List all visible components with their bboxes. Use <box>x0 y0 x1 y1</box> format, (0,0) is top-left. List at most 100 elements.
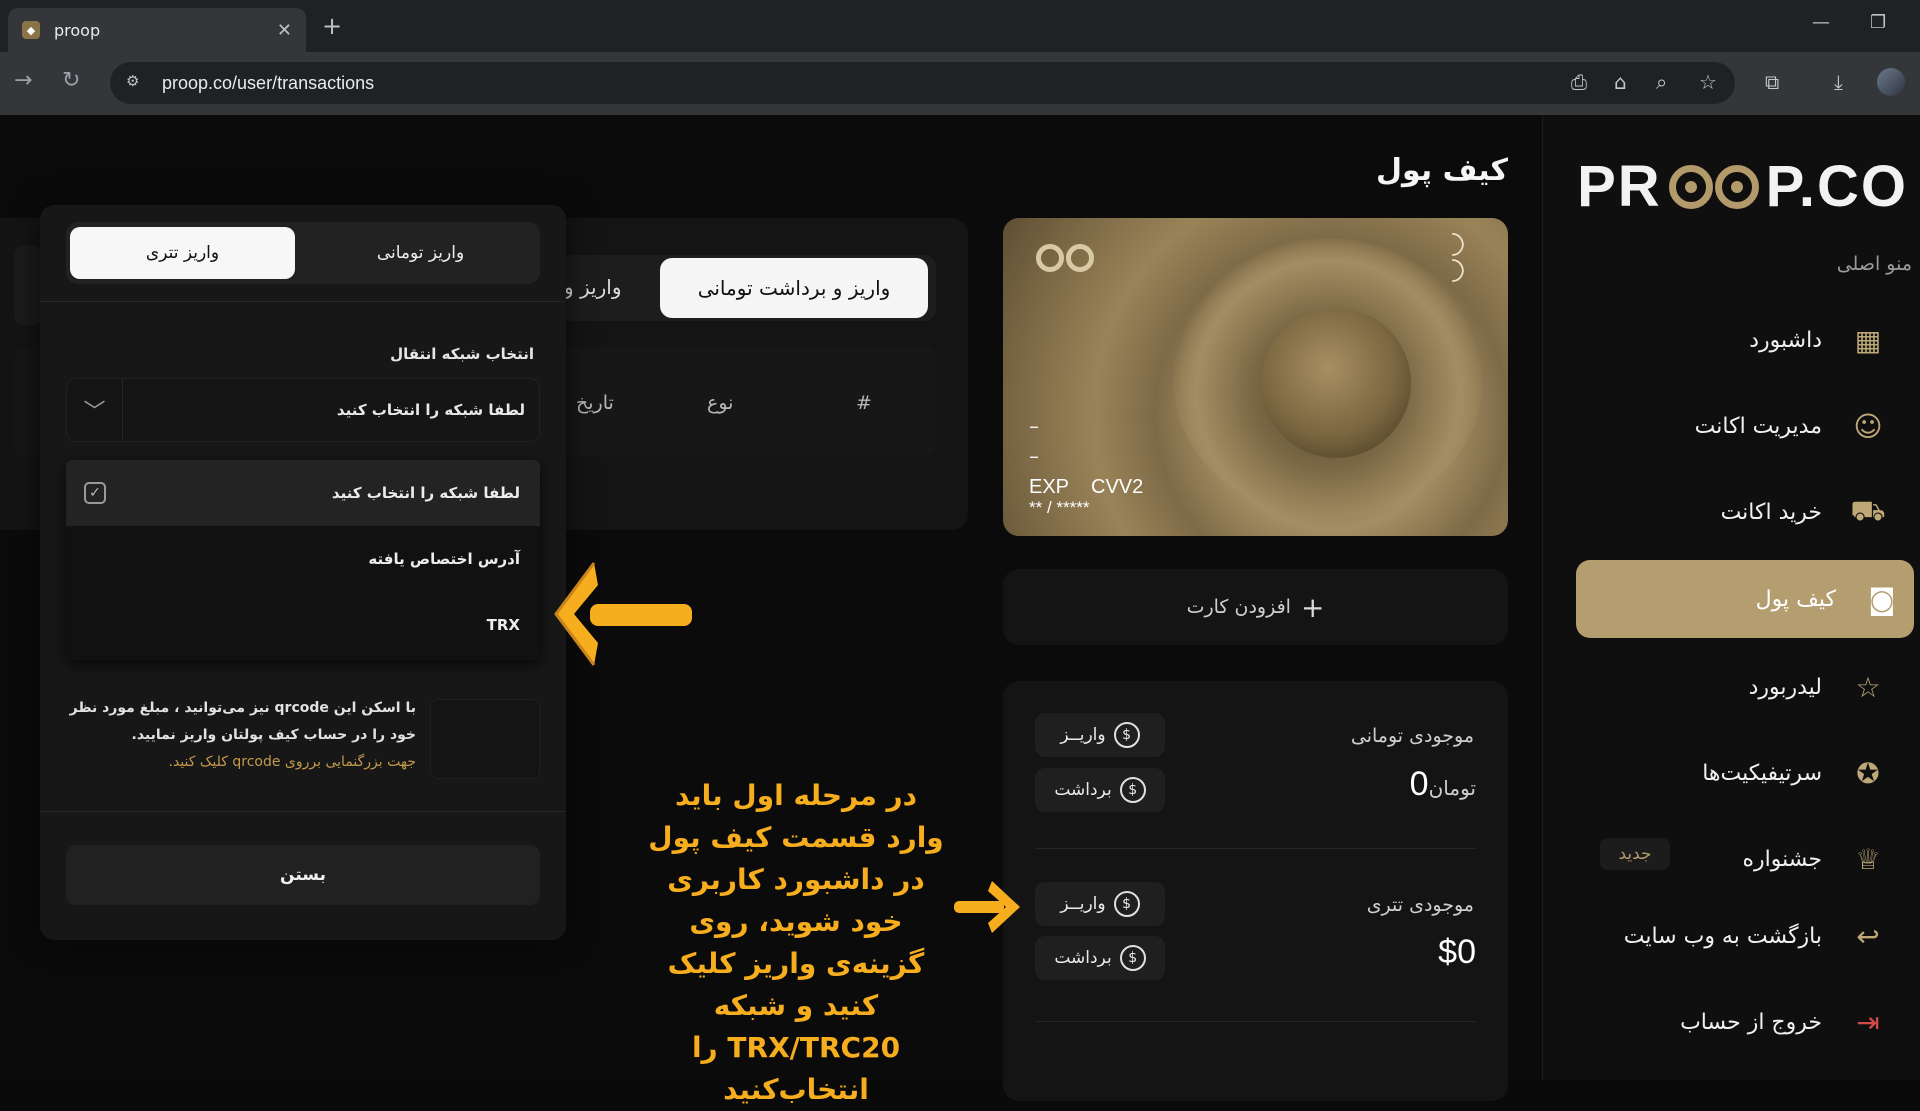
bookmark-star-icon[interactable]: ☆ <box>1699 70 1717 94</box>
forward-icon[interactable]: → <box>14 68 32 93</box>
network-label: انتخاب شبکه انتقال <box>390 345 534 363</box>
brand-logo[interactable]: PR P.CO <box>1577 153 1908 220</box>
install-app-icon[interactable]: ⎙ <box>1571 70 1587 94</box>
qrcode-image[interactable] <box>430 699 540 779</box>
card-exp-label: EXP <box>1029 476 1070 498</box>
bank-card[interactable]: ◠◠ – – EXP CVV2 ** / ***** <box>1003 218 1508 536</box>
network-option-trx[interactable]: TRX <box>66 592 540 658</box>
minimize-icon[interactable]: — <box>1812 12 1830 33</box>
qrcode-description: با اسکن این qrcode نیز می‌توانید ، مبلغ … <box>56 695 416 776</box>
tab-toman-deposit[interactable]: واریز تومانی <box>308 227 533 279</box>
toman-balance-label: موجودی تومانی <box>1350 725 1474 747</box>
column-header-date: تاریخ <box>576 392 614 414</box>
tab-tether-transactions[interactable]: واریز و <box>564 275 622 299</box>
balances-panel: موجودی تومانی تومان0 واریــز $ برداشت $ … <box>1003 681 1508 1101</box>
option-label: TRX <box>486 616 520 634</box>
toman-balance-value: تومان0 <box>1410 765 1476 804</box>
extensions-icon[interactable]: ⧉ <box>1765 70 1779 94</box>
chevron-down-icon: ﹀ <box>67 379 123 441</box>
annotation-arrow-large-icon <box>554 562 692 666</box>
certificate-icon: ✪ <box>1856 756 1880 790</box>
sidebar-item-logout[interactable]: ⇥ خروج از حساب <box>1570 983 1900 1061</box>
page: PR P.CO منو اصلی ▦ داشبورد ☺ مدیریت اکان… <box>0 115 1920 1106</box>
profile-avatar[interactable] <box>1877 68 1905 96</box>
close-button[interactable]: بستن <box>66 845 540 905</box>
restore-icon[interactable]: ❐ <box>1870 12 1886 33</box>
trophy-icon: ♕ <box>1855 842 1881 876</box>
site-settings-icon[interactable]: ⚙ <box>126 72 148 94</box>
sidebar-item-label: بازگشت به وب سایت <box>1623 923 1822 949</box>
url-text: proop.co/user/transactions <box>162 72 375 93</box>
tab-close-icon[interactable]: ✕ <box>277 20 292 41</box>
grid-icon: ▦ <box>1854 323 1882 357</box>
tab-tether-deposit[interactable]: واریز تتری <box>70 227 295 279</box>
card-masked-values: ** / ***** <box>1029 498 1090 517</box>
reload-icon[interactable]: ↻ <box>62 68 80 93</box>
tx-panel-edge <box>14 347 42 457</box>
card-holder-line: – <box>1029 444 1039 468</box>
toman-unit: تومان <box>1428 776 1476 800</box>
withdraw-coin-icon: $ <box>1119 777 1146 803</box>
account-icon: ☺ <box>1853 409 1883 443</box>
card-owl-icon <box>1035 244 1095 272</box>
divider <box>1035 848 1476 849</box>
address-bar[interactable]: ⚙ proop.co/user/transactions <box>110 62 1735 104</box>
toman-deposit-button[interactable]: واریــز $ <box>1035 713 1165 757</box>
card-circle-decoration <box>1261 308 1411 458</box>
plus-icon: + <box>1300 590 1325 624</box>
network-dropdown: ✓ لطفا شبکه را انتخاب کنید آدرس اختصاص ی… <box>66 460 540 660</box>
option-label: آدرس اختصاص یافته <box>368 550 520 568</box>
sidebar-item-label: کیف پول <box>1755 586 1836 612</box>
column-header-hash: # <box>856 392 872 414</box>
return-icon: ↩ <box>1856 919 1880 953</box>
browser-tab[interactable]: ◆ proop ✕ <box>8 8 306 52</box>
annotation-arrow-small-icon <box>954 881 1020 933</box>
sidebar-item-label: خروج از حساب <box>1680 1009 1822 1035</box>
divider <box>40 811 566 812</box>
menu-title: منو اصلی <box>1836 253 1912 275</box>
toman-amount: 0 <box>1409 765 1429 803</box>
card-number-line: – <box>1029 414 1039 438</box>
sidebar-item-wallet[interactable]: ◙ کیف پول <box>1576 560 1914 638</box>
check-icon: ✓ <box>84 482 106 504</box>
column-header-type: نوع <box>707 392 734 414</box>
download-icon[interactable]: ⤓ <box>1834 70 1843 94</box>
logo-text-right: P.CO <box>1765 154 1908 219</box>
add-card-button[interactable]: افزودن کارت + <box>1003 569 1508 645</box>
cart-icon: ⛟ <box>1850 493 1886 527</box>
sidebar-item-dashboard[interactable]: ▦ داشبورد <box>1570 301 1900 379</box>
tab-toman-transactions[interactable]: واریز و برداشت تومانی <box>660 258 928 318</box>
divider <box>1035 1021 1476 1022</box>
tether-balance-label: موجودی تتری <box>1366 894 1474 916</box>
tutorial-annotation: در مرحله اول باید وارد قسمت کیف پول در د… <box>648 779 944 1106</box>
deposit-label: واریــز <box>1060 894 1106 914</box>
network-option-placeholder[interactable]: ✓ لطفا شبکه را انتخاب کنید <box>66 460 540 526</box>
sidebar-item-leaderboard[interactable]: ☆ لیدربورد <box>1570 648 1900 726</box>
sidebar-item-certificates[interactable]: ✪ سرتیفیکیت‌ها <box>1570 734 1900 812</box>
sidebar-item-label: خرید اکانت <box>1720 499 1822 525</box>
transactions-table-header <box>562 347 936 457</box>
qrcode-text: با اسکن این qrcode نیز می‌توانید ، مبلغ … <box>69 700 416 743</box>
browser-tabbar: ◆ proop ✕ + — ❐ <box>0 0 1920 52</box>
sidebar-item-label: سرتیفیکیت‌ها <box>1702 760 1822 786</box>
sidebar-item-label: جشنواره <box>1742 846 1823 872</box>
sidebar-item-back-to-website[interactable]: ↩ بازگشت به وب سایت <box>1570 897 1900 975</box>
logo-text-left: PR <box>1577 154 1662 219</box>
toman-withdraw-button[interactable]: برداشت $ <box>1035 768 1165 812</box>
network-select[interactable]: ﹀ لطفا شبکه را انتخاب کنید <box>66 378 540 442</box>
contactless-icon: ◠◠ <box>1436 231 1472 284</box>
tether-withdraw-button[interactable]: برداشت $ <box>1035 936 1165 980</box>
deposit-label: واریــز <box>1060 725 1106 745</box>
tether-deposit-button[interactable]: واریــز $ <box>1035 882 1165 926</box>
withdraw-label: برداشت <box>1054 948 1112 968</box>
new-badge: جدید <box>1600 838 1670 870</box>
sidebar-item-label: داشبورد <box>1749 327 1822 353</box>
sidebar-item-buy-account[interactable]: ⛟ خرید اکانت <box>1570 473 1900 551</box>
sidebar-item-account-management[interactable]: ☺ مدیریت اکانت <box>1570 387 1900 465</box>
qrcode-zoom-link[interactable]: جهت بزرگنمایی برروی qrcode کلیک کنید. <box>169 754 417 770</box>
sidebar-item-label: مدیریت اکانت <box>1694 413 1822 439</box>
translate-icon[interactable]: ⌂ <box>1614 70 1627 94</box>
new-tab-icon[interactable]: + <box>322 12 342 40</box>
network-option-assigned-address[interactable]: آدرس اختصاص یافته <box>66 526 540 592</box>
zoom-icon[interactable]: ⌕ <box>1656 70 1667 94</box>
